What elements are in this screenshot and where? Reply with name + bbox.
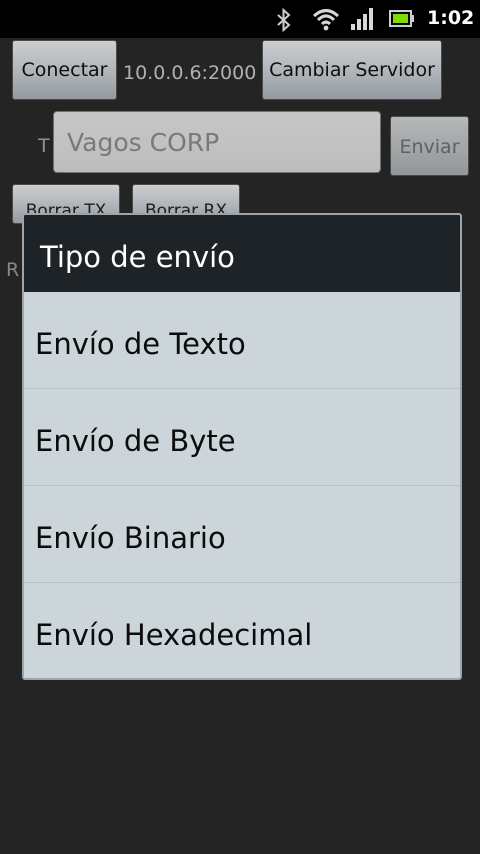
battery-icon (389, 9, 415, 33)
status-clock: 1:02 (427, 7, 475, 29)
wifi-icon (312, 7, 340, 35)
send-type-dialog: Tipo de envío Envío de Texto Envío de By… (22, 213, 462, 680)
dialog-title: Tipo de envío (24, 215, 460, 292)
status-bar: 1:02 (0, 0, 480, 38)
option-binary[interactable]: Envío Binario (24, 486, 460, 583)
signal-icon (350, 7, 376, 35)
option-text[interactable]: Envío de Texto (24, 292, 460, 389)
option-byte[interactable]: Envío de Byte (24, 389, 460, 486)
option-hexadecimal[interactable]: Envío Hexadecimal (24, 583, 460, 678)
bluetooth-icon (276, 7, 292, 36)
